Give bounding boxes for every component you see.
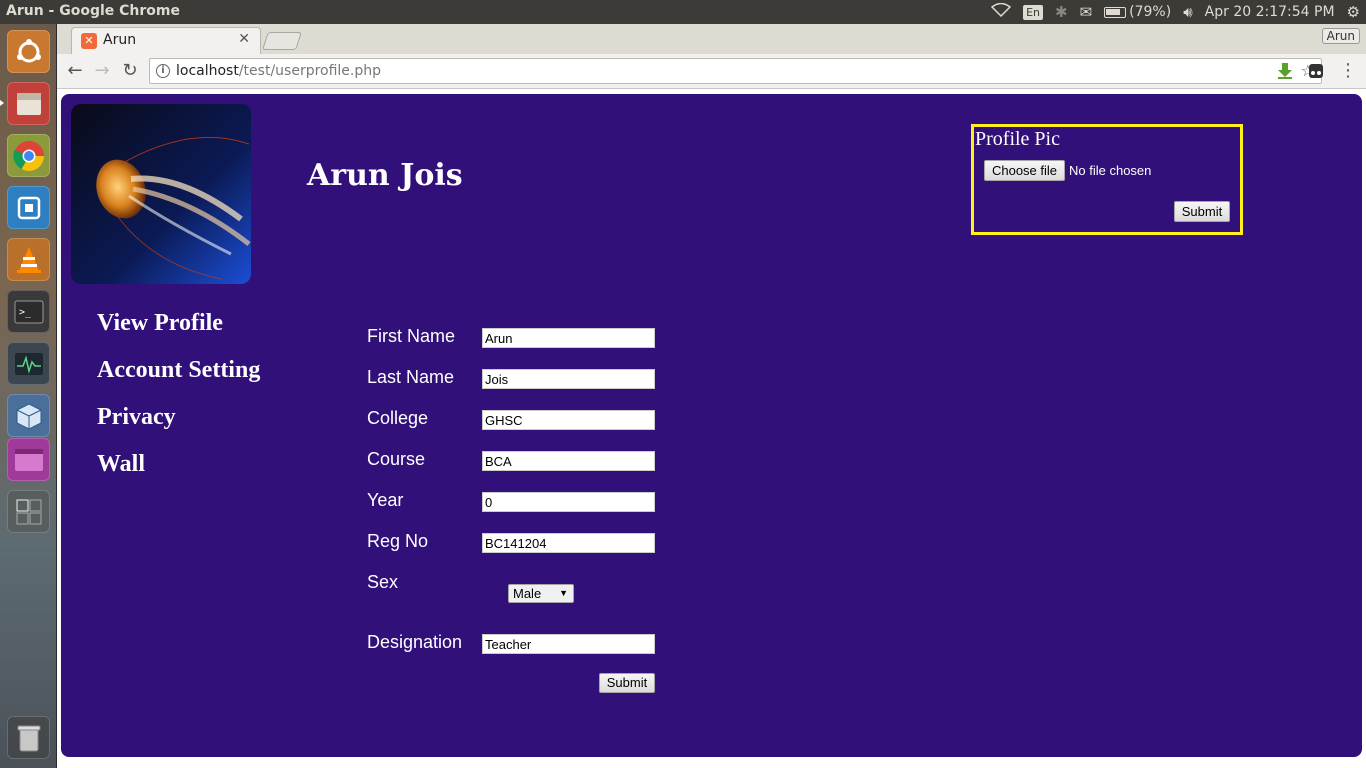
system-tray: En ✱ ✉ (79%) 🔊︎ Apr 20 2:17:54 PM ⚙: [990, 0, 1360, 24]
trash-icon[interactable]: [7, 716, 50, 759]
first-name-field[interactable]: [482, 328, 655, 348]
bluetooth-icon[interactable]: ✱: [1055, 3, 1068, 21]
address-bar[interactable]: i localhost/test/userprofile.php ☆: [149, 58, 1322, 84]
year-label: Year: [367, 490, 404, 510]
remote-desktop-icon[interactable]: [7, 186, 50, 229]
menu-kebab-icon[interactable]: ⋮: [1337, 60, 1359, 81]
tab-arun[interactable]: ✕ Arun ✕: [71, 27, 261, 54]
back-arrow-icon[interactable]: ←: [64, 60, 86, 81]
settings-gear-icon[interactable]: ⚙: [1347, 3, 1360, 21]
profile-pic-title: Profile Pic: [975, 128, 1060, 150]
close-tab-icon[interactable]: ✕: [238, 31, 250, 47]
chrome-icon[interactable]: [7, 134, 50, 177]
course-field[interactable]: [482, 451, 655, 471]
sex-select[interactable]: Male ▼: [508, 584, 574, 603]
svg-text:>_: >_: [19, 307, 32, 318]
reg-no-label: Reg No: [367, 531, 429, 551]
virtualbox-icon[interactable]: [7, 394, 50, 437]
site-info-icon[interactable]: i: [156, 64, 170, 78]
mail-icon[interactable]: ✉: [1080, 3, 1093, 21]
app-window-icon[interactable]: [7, 438, 50, 481]
profile-button[interactable]: Arun: [1321, 28, 1360, 44]
forward-arrow-icon[interactable]: →: [91, 60, 113, 81]
profile-avatar: [71, 104, 251, 284]
volume-icon[interactable]: 🔊︎: [1183, 3, 1192, 21]
first-name-label: First Name: [367, 326, 456, 346]
designation-field[interactable]: [482, 634, 655, 654]
battery-indicator[interactable]: (79%): [1104, 4, 1171, 20]
keyboard-layout-indicator[interactable]: En: [1023, 4, 1043, 20]
app-launcher: >_: [0, 24, 57, 768]
college-field[interactable]: [482, 410, 655, 430]
nav-privacy[interactable]: Privacy: [97, 402, 260, 449]
terminal-icon[interactable]: >_: [7, 290, 50, 333]
reg-no-field[interactable]: [482, 533, 655, 553]
browser-toolbar: ← → ↻ i localhost/test/userprofile.php ☆…: [57, 54, 1366, 89]
profile-submit-button[interactable]: Submit: [599, 673, 655, 693]
profile-pic-submit-button[interactable]: Submit: [1174, 201, 1230, 222]
ubuntu-dash-icon[interactable]: [7, 30, 50, 73]
system-top-panel: Arun - Google Chrome En ✱ ✉ (79%) 🔊︎ Apr…: [0, 0, 1366, 24]
profile-sidebar-nav: View Profile Account Setting Privacy Wal…: [97, 308, 260, 496]
tab-strip: ✕ Arun ✕ Arun: [57, 24, 1366, 54]
battery-icon: [1104, 6, 1127, 18]
xampp-favicon-icon: ✕: [81, 33, 97, 49]
browser-window: ✕ Arun ✕ Arun ← → ↻ i localhost/test/use…: [57, 24, 1366, 768]
wifi-icon[interactable]: [990, 2, 1012, 21]
reload-icon[interactable]: ↻: [119, 60, 141, 81]
sex-label: Sex: [367, 572, 399, 592]
url-text: localhost/test/userprofile.php: [176, 63, 382, 79]
workspace-switcher-icon[interactable]: [7, 490, 50, 533]
download-extension-icon[interactable]: [1276, 62, 1294, 80]
new-tab-button[interactable]: [262, 32, 302, 50]
vlc-icon[interactable]: [7, 238, 50, 281]
last-name-field[interactable]: [482, 369, 655, 389]
nav-wall[interactable]: Wall: [97, 449, 260, 496]
course-label: Course: [367, 449, 426, 469]
year-field[interactable]: [482, 492, 655, 512]
system-monitor-icon[interactable]: [7, 342, 50, 385]
active-app-indicator: [0, 100, 4, 106]
college-label: College: [367, 408, 429, 428]
dropdown-arrow-icon: ▼: [559, 588, 568, 598]
profile-pic-upload-box: Profile Pic Choose file No file chosen S…: [971, 124, 1243, 235]
choose-file-button[interactable]: Choose file: [984, 160, 1065, 181]
files-icon[interactable]: [7, 82, 50, 125]
profile-page: Arun Jois View Profile Account Setting P…: [61, 94, 1362, 757]
sex-selected-value: Male: [513, 586, 542, 601]
incognito-extension-icon[interactable]: [1307, 62, 1325, 80]
no-file-chosen-text: No file chosen: [1069, 163, 1152, 178]
nav-view-profile[interactable]: View Profile: [97, 308, 260, 355]
clock[interactable]: Apr 20 2:17:54 PM: [1205, 4, 1335, 20]
last-name-label: Last Name: [367, 367, 455, 387]
designation-label: Designation: [367, 632, 463, 652]
battery-percent: (79%): [1129, 4, 1172, 20]
profile-name: Arun Jois: [307, 158, 463, 193]
jellyfish-image: [71, 104, 251, 284]
nav-account-setting[interactable]: Account Setting: [97, 355, 260, 402]
tab-title: Arun: [103, 32, 137, 48]
window-title: Arun - Google Chrome: [6, 3, 180, 19]
